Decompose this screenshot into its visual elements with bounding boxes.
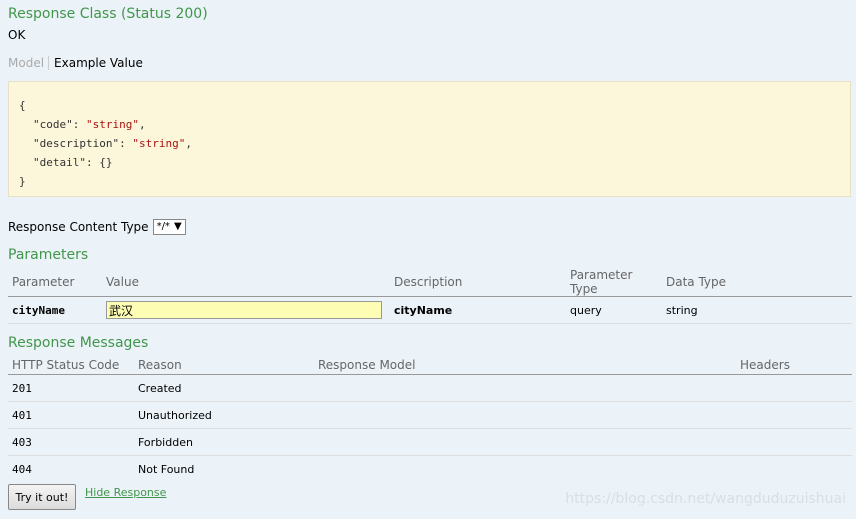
col-header-status-code: HTTP Status Code [8,356,134,375]
param-value-cell [102,296,390,324]
headers-cell [736,401,852,429]
json-open-brace: { [19,99,26,112]
json-line: "description": "string", [33,137,192,150]
response-class-title: Response Class (Status 200) [8,6,208,22]
table-header-row: HTTP Status Code Reason Response Model H… [8,356,852,375]
param-type: query [566,296,662,324]
response-class-status: OK [8,28,26,42]
response-messages-table: HTTP Status Code Reason Response Model H… [8,356,852,482]
status-reason: Not Found [138,462,195,476]
json-close-brace: } [19,175,26,188]
json-suffix: , [138,118,146,131]
content-type-label: Response Content Type [8,220,149,234]
hide-response-link[interactable]: Hide Response [85,486,166,499]
response-model-cell [314,374,736,402]
tab-model[interactable]: Model [8,56,50,70]
table-row: 201 Created [8,374,852,402]
json-line: "code": "string", [33,118,146,131]
content-type-row: Response Content Type */* ▼ [8,219,186,235]
status-code: 401 [8,401,134,429]
json-value: "string" [132,137,186,150]
param-description: cityName [390,296,566,324]
status-reason: Forbidden [134,428,314,456]
param-data-type: string [662,296,852,324]
col-header-data-type: Data Type [662,268,852,297]
parameters-title: Parameters [8,247,89,263]
json-key: "code" [33,118,73,131]
table-row: cityName cityName query string [8,296,852,324]
model-tabs: Model Example Value [8,56,143,70]
param-name: cityName [8,296,102,324]
table-row: 403 Forbidden [8,428,852,456]
try-it-out-button[interactable]: Try it out! [8,484,76,510]
col-header-response-model: Response Model [314,356,736,375]
example-value-box: { "code": "string", "description": "stri… [8,81,851,197]
response-model-cell [314,401,736,429]
status-code: 201 [8,374,134,402]
headers-cell [736,374,852,402]
status-code: 404 [12,462,32,476]
table-header-row: Parameter Value Description Parameter Ty… [8,268,852,297]
col-header-value: Value [102,268,390,297]
response-model-cell [314,456,736,483]
headers-cell [736,428,852,456]
response-model-cell [314,428,736,456]
json-value: "string" [86,118,139,131]
content-type-select[interactable]: */* ▼ [152,219,186,235]
parameters-table: Parameter Value Description Parameter Ty… [8,268,852,324]
status-reason: Unauthorized [134,401,314,429]
headers-cell [736,456,852,483]
json-key: "detail" [33,156,86,169]
watermark: https://blog.csdn.net/wangduduzuishuai [565,491,846,507]
col-header-reason: Reason [134,356,314,375]
chevron-down-icon: ▼ [173,221,182,232]
table-row: 404 Not Found [8,456,852,483]
status-code: 403 [8,428,134,456]
table-row: 401 Unauthorized [8,401,852,429]
col-header-parameter-type: Parameter Type [566,268,662,297]
tab-example-value[interactable]: Example Value [49,56,143,70]
col-header-parameter: Parameter [8,268,102,297]
status-reason: Created [134,374,314,402]
json-line: "detail": {} [33,156,113,169]
content-type-value: */* [156,221,170,232]
json-suffix: , [185,137,192,150]
response-messages-title: Response Messages [8,335,149,351]
city-name-input[interactable] [106,301,382,319]
json-value: {} [99,156,113,169]
json-key: "description" [33,137,120,150]
col-header-description: Description [390,268,566,297]
col-header-headers: Headers [736,356,852,375]
